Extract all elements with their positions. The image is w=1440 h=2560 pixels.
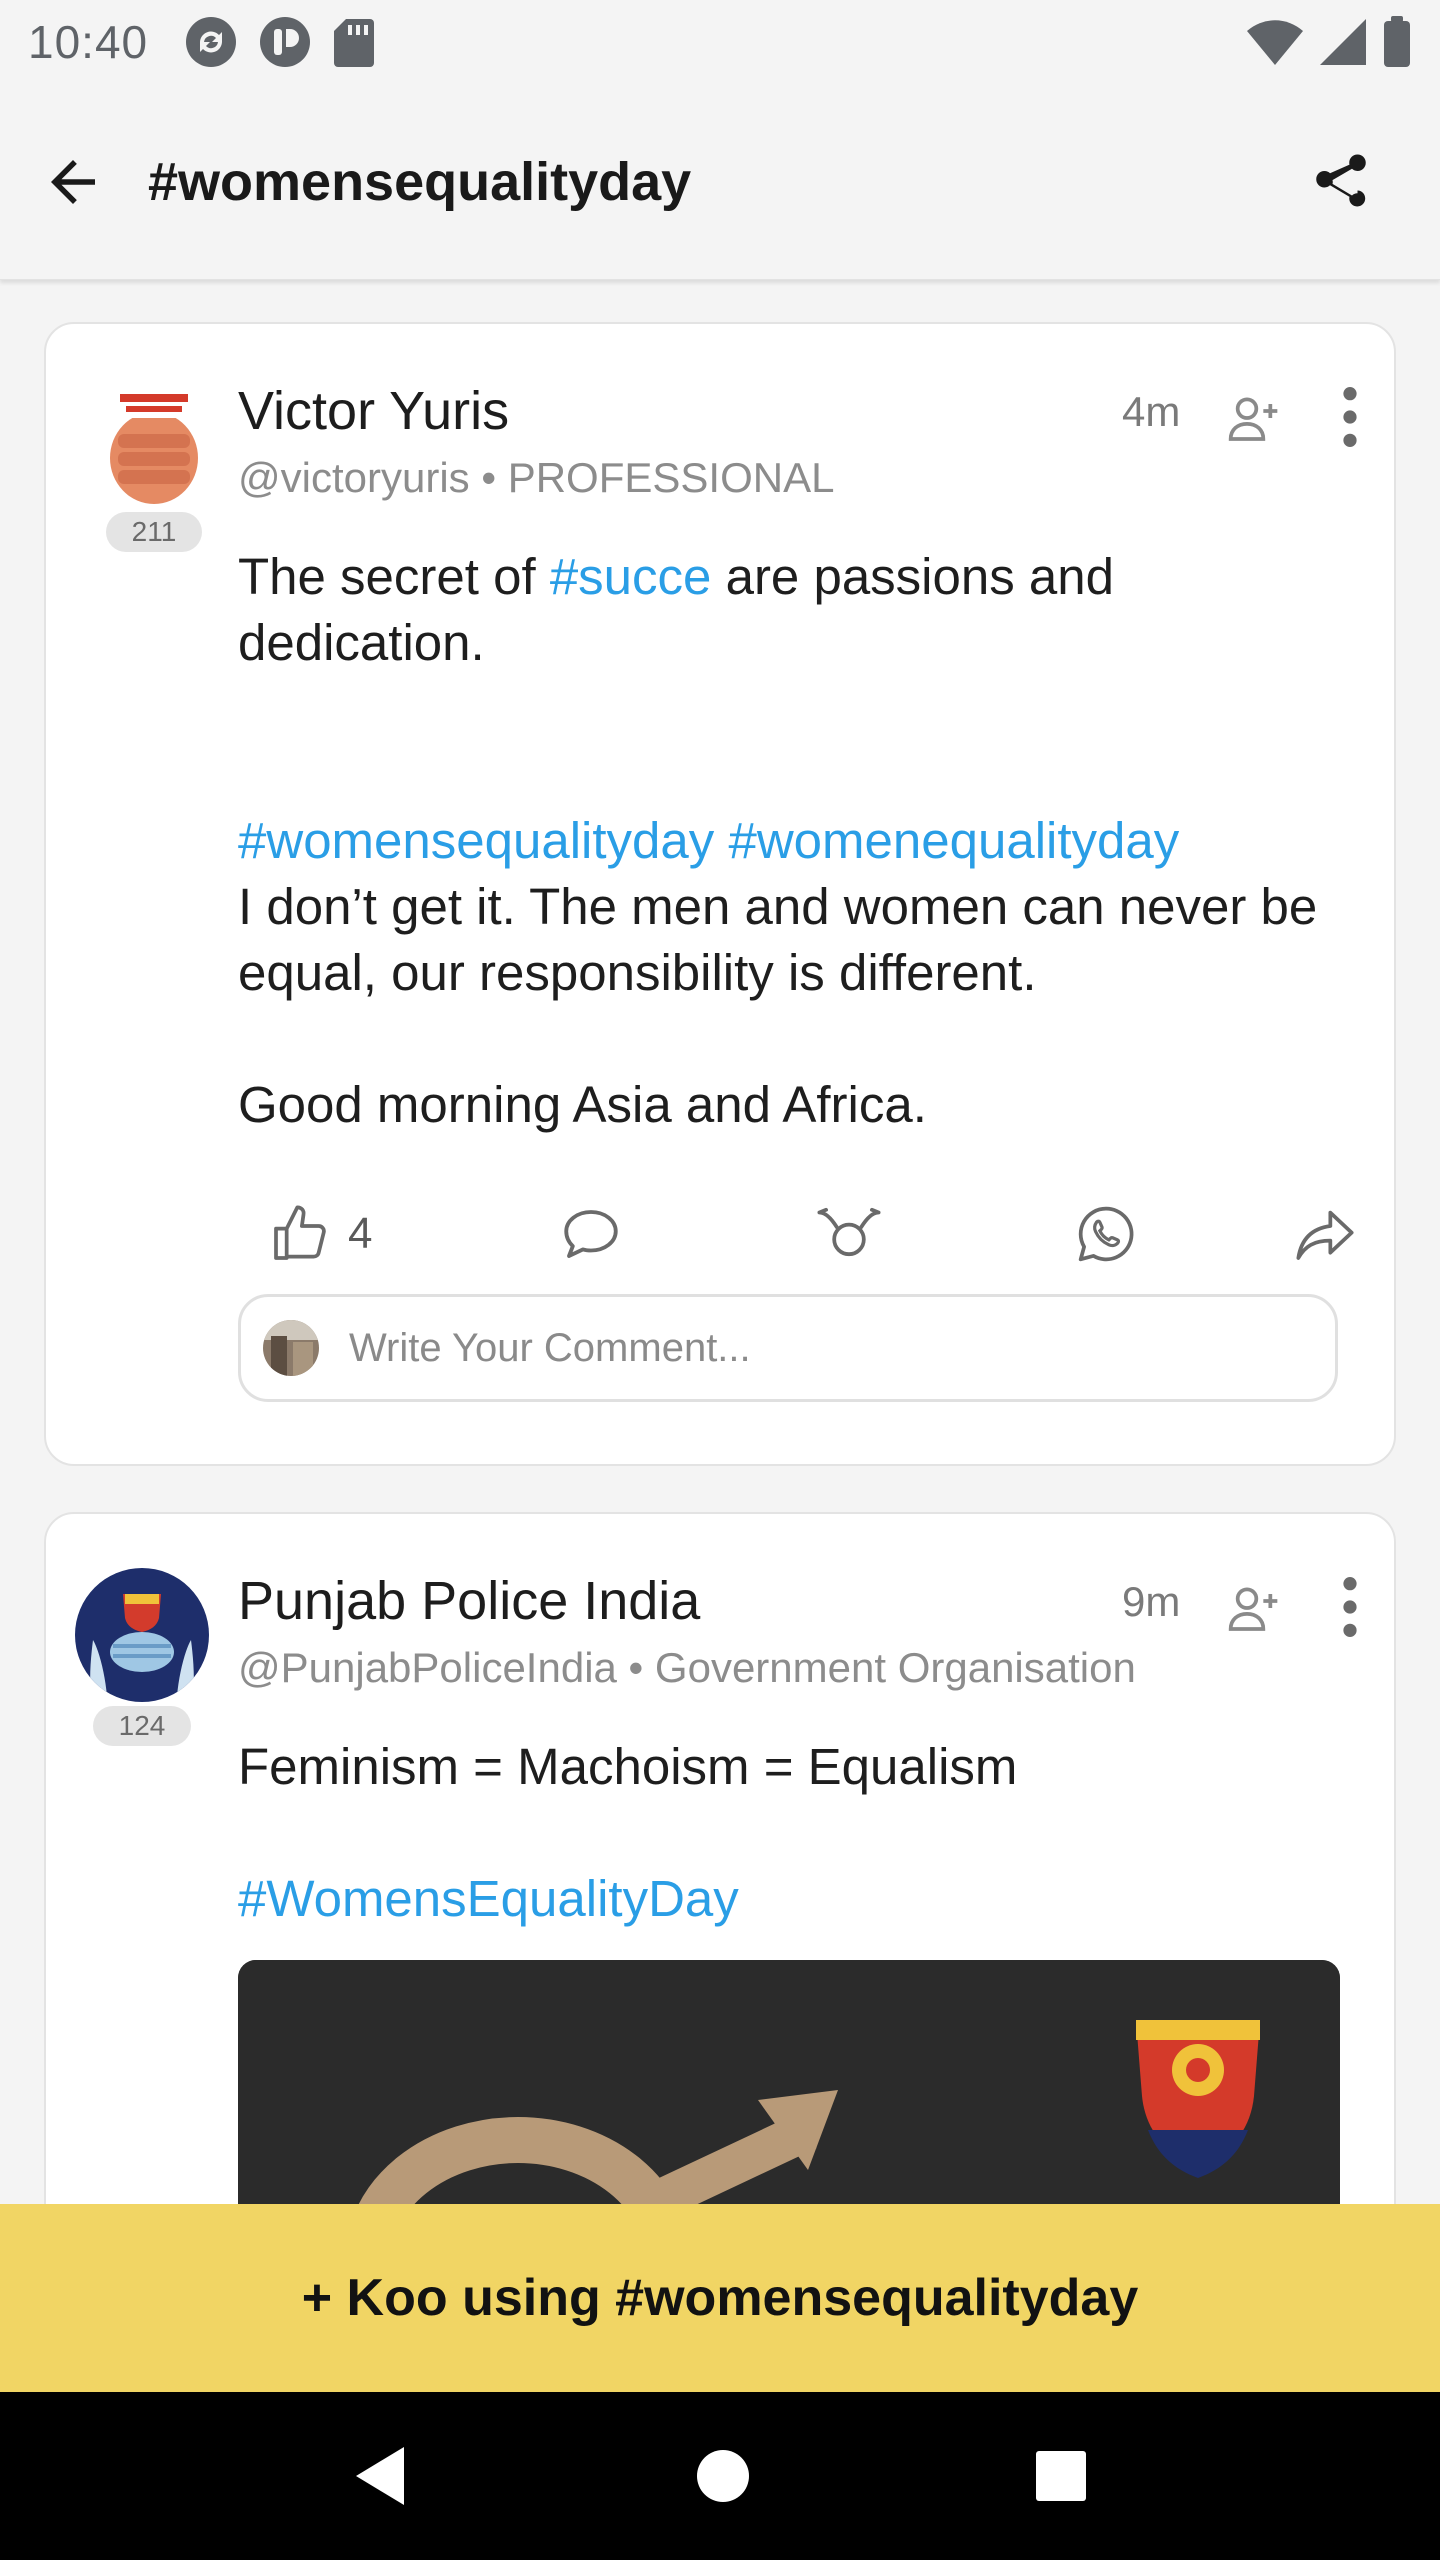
- battery-icon: [1384, 16, 1410, 67]
- avatar-image: [90, 380, 218, 508]
- nav-home-icon[interactable]: [695, 2448, 751, 2504]
- status-time: 10:40: [28, 16, 149, 68]
- like-button[interactable]: 4: [268, 1184, 372, 1284]
- hashtag-line: #womensequalityday #womenequalityday: [238, 808, 1358, 874]
- hashtag-link[interactable]: #womensequalityday: [238, 812, 714, 869]
- sync-notification-icon: [186, 17, 237, 67]
- signal-icon: [1320, 19, 1366, 65]
- post-text-line: The secret of #succe are passions and de…: [238, 544, 1358, 676]
- nav-recents-icon[interactable]: [1034, 2449, 1088, 2503]
- nav-back-icon[interactable]: [352, 2443, 412, 2509]
- wifi-icon: [1247, 20, 1303, 65]
- app-bar: #womensequalityday: [0, 84, 1440, 280]
- post-text: Feminism = Machoism = Equalism: [238, 1738, 1018, 1795]
- page-title: #womensequalityday: [148, 151, 692, 212]
- system-navigation-bar: [0, 2392, 1440, 2560]
- comment-placeholder: Write Your Comment...: [349, 1325, 751, 1370]
- rekoo-icon: [817, 1207, 881, 1257]
- forward-share-icon: [1296, 1210, 1354, 1260]
- like-count: 4: [348, 1209, 373, 1258]
- follower-count-badge: 124: [92, 1706, 192, 1746]
- avatar[interactable]: [75, 1568, 209, 1702]
- post-time: 9m: [1122, 1578, 1181, 1625]
- follow-user-icon[interactable]: [1226, 1580, 1282, 1636]
- post-card[interactable]: 124 Punjab Police India @PunjabPoliceInd…: [44, 1512, 1396, 2272]
- arrow-back-icon: [51, 159, 95, 204]
- whatsapp-icon: [1078, 1206, 1134, 1262]
- author-name[interactable]: Victor Yuris: [238, 380, 509, 442]
- post-actions: 4: [238, 1184, 1368, 1284]
- share-post-button[interactable]: [1292, 1184, 1358, 1284]
- hashtag-link[interactable]: #WomensEqualityDay: [238, 1870, 739, 1927]
- post-text: The secret of: [238, 548, 550, 605]
- hashtag-link[interactable]: #womenequalityday: [728, 812, 1179, 869]
- koo-using-hashtag-button[interactable]: + Koo using #womensequalityday: [0, 2204, 1440, 2392]
- author-avatar-group[interactable]: 211: [84, 380, 224, 552]
- whatsapp-share-button[interactable]: [1074, 1184, 1138, 1284]
- sd-card-icon: [334, 19, 375, 67]
- hashtag-link[interactable]: #succe: [550, 548, 712, 605]
- post-body: The secret of #succe are passions and de…: [238, 544, 1358, 1138]
- system-icons: [1246, 15, 1412, 69]
- comment-button[interactable]: [558, 1184, 624, 1284]
- comment-input[interactable]: Write Your Comment...: [238, 1294, 1338, 1402]
- more-options-icon[interactable]: [1330, 1572, 1370, 1642]
- koo-button-label: + Koo using #womensequalityday: [301, 2269, 1139, 2327]
- notification-icons: [184, 15, 376, 69]
- avatar-image: [75, 1568, 209, 1702]
- share-icon: [1316, 154, 1366, 206]
- current-user-avatar: [263, 1320, 319, 1376]
- share-button[interactable]: [1286, 127, 1396, 237]
- status-bar: 10:40: [0, 0, 1440, 84]
- post-time: 4m: [1122, 388, 1181, 435]
- author-avatar-group[interactable]: 124: [72, 1568, 212, 1746]
- back-button[interactable]: [18, 127, 128, 237]
- author-name[interactable]: Punjab Police India: [238, 1570, 700, 1632]
- app-notification-icon: [260, 17, 311, 67]
- more-options-icon[interactable]: [1330, 382, 1370, 452]
- comment-icon: [564, 1210, 618, 1258]
- avatar[interactable]: [90, 380, 218, 508]
- follower-count-badge: 211: [105, 512, 203, 552]
- author-handle-category: @PunjabPoliceIndia • Government Organisa…: [238, 1644, 1136, 1691]
- post-text: Good morning Asia and Africa.: [238, 1076, 927, 1133]
- author-handle-category: @victoryuris • PROFESSIONAL: [238, 454, 835, 501]
- post-body: Feminism = Machoism = Equalism #WomensEq…: [238, 1734, 1358, 1932]
- post-text: I don’t get it. The men and women can ne…: [238, 878, 1318, 1001]
- thumbs-up-icon: [274, 1205, 326, 1260]
- rekoo-button[interactable]: [814, 1184, 884, 1284]
- post-card[interactable]: 211 Victor Yuris @victoryuris • PROFESSI…: [44, 322, 1396, 1466]
- follow-user-icon[interactable]: [1226, 390, 1282, 446]
